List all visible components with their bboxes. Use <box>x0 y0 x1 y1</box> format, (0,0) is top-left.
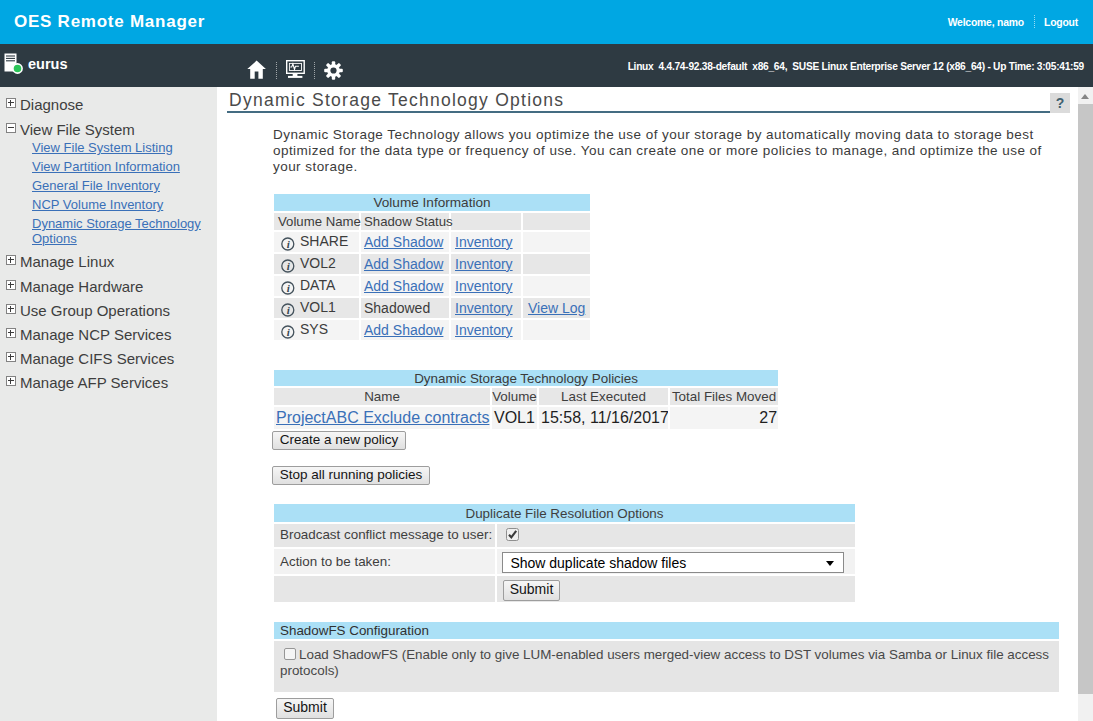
svg-text:i: i <box>287 259 291 271</box>
svg-text:i: i <box>287 325 291 337</box>
svg-text:i: i <box>287 237 291 249</box>
svg-text:i: i <box>287 303 291 315</box>
svg-text:i: i <box>287 281 291 293</box>
